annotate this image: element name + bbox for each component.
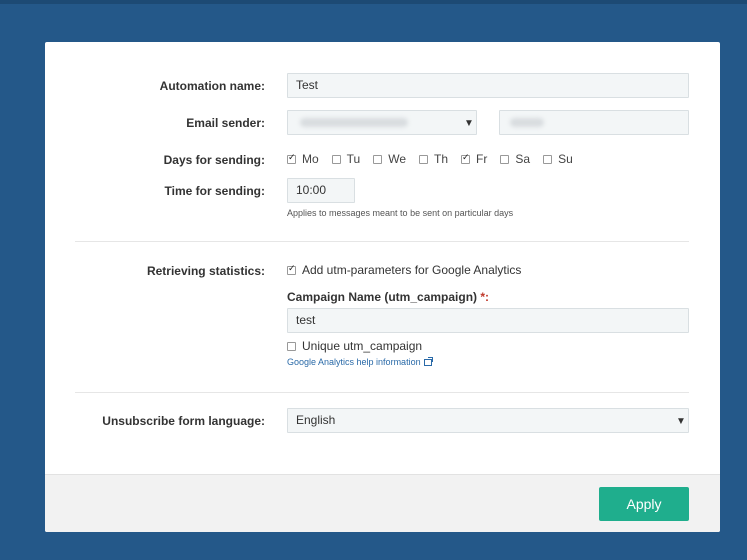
days-checkbox-group: Mo Tu We Th Fr Sa Su bbox=[287, 152, 586, 166]
apply-button[interactable]: Apply bbox=[599, 487, 689, 521]
day-we-label: We bbox=[388, 152, 407, 166]
unique-utm-row[interactable]: Unique utm_campaign bbox=[287, 339, 422, 353]
language-value: English bbox=[296, 413, 336, 427]
day-th[interactable]: Th bbox=[419, 152, 448, 166]
language-select[interactable]: English ▼ bbox=[287, 408, 689, 433]
day-su[interactable]: Su bbox=[543, 152, 573, 166]
day-tu[interactable]: Tu bbox=[331, 152, 361, 166]
time-input[interactable]: 10:00 bbox=[287, 178, 355, 203]
utm-checkbox-label: Add utm-parameters for Google Analytics bbox=[302, 263, 522, 277]
day-tu-checkbox[interactable] bbox=[331, 154, 341, 164]
day-th-checkbox[interactable] bbox=[419, 154, 429, 164]
day-sa[interactable]: Sa bbox=[500, 152, 530, 166]
redacted-sender-name bbox=[510, 118, 544, 127]
stats-label: Retrieving statistics: bbox=[146, 264, 265, 278]
day-tu-label: Tu bbox=[346, 152, 361, 166]
day-th-label: Th bbox=[434, 152, 449, 166]
top-bar bbox=[0, 0, 747, 4]
utm-checkbox-row[interactable]: Add utm-parameters for Google Analytics bbox=[287, 263, 521, 277]
campaign-name-text: Campaign Name (utm_campaign) bbox=[287, 290, 478, 304]
day-fr-label: Fr bbox=[476, 152, 488, 166]
time-label: Time for sending: bbox=[164, 184, 265, 198]
ga-help-link[interactable]: Google Analytics help information bbox=[287, 356, 433, 367]
redacted-sender-address bbox=[300, 118, 408, 127]
unique-utm-checkbox[interactable] bbox=[287, 341, 296, 351]
unique-utm-label: Unique utm_campaign bbox=[302, 339, 423, 353]
email-sender-label: Email sender: bbox=[186, 116, 265, 130]
day-sa-label: Sa bbox=[515, 152, 531, 166]
dialog-footer: Apply bbox=[45, 474, 720, 532]
ga-help-link-text[interactable]: Google Analytics help information bbox=[287, 357, 421, 367]
section-divider-2 bbox=[75, 392, 689, 393]
day-su-label: Su bbox=[558, 152, 573, 166]
external-link-icon bbox=[423, 356, 433, 366]
day-fr[interactable]: Fr bbox=[461, 152, 487, 166]
required-mark: *: bbox=[480, 290, 490, 304]
day-fr-checkbox[interactable] bbox=[461, 152, 471, 164]
day-sa-checkbox[interactable] bbox=[500, 154, 510, 164]
language-label: Unsubscribe form language: bbox=[102, 414, 265, 428]
chevron-down-icon: ▼ bbox=[464, 118, 474, 129]
sender-name-input[interactable] bbox=[499, 110, 689, 135]
day-we-checkbox[interactable] bbox=[373, 154, 383, 164]
utm-checkbox[interactable] bbox=[287, 263, 296, 275]
campaign-name-input[interactable]: test bbox=[287, 308, 689, 333]
days-label: Days for sending: bbox=[163, 153, 265, 167]
email-sender-select[interactable]: ▼ bbox=[287, 110, 477, 135]
day-mo-checkbox[interactable] bbox=[287, 152, 296, 164]
section-divider bbox=[75, 241, 689, 242]
day-mo-label: Mo bbox=[302, 152, 319, 166]
day-mo[interactable]: Mo bbox=[287, 152, 319, 166]
automation-name-label: Automation name: bbox=[159, 79, 265, 93]
chevron-down-icon: ▼ bbox=[676, 416, 686, 427]
day-we[interactable]: We bbox=[373, 152, 406, 166]
dialog-body: Automation name: Test Email sender: ▼ Da… bbox=[45, 42, 720, 474]
automation-name-input[interactable]: Test bbox=[287, 73, 689, 98]
time-hint: Applies to messages meant to be sent on … bbox=[287, 208, 514, 218]
day-su-checkbox[interactable] bbox=[543, 154, 553, 164]
automation-settings-dialog: Automation name: Test Email sender: ▼ Da… bbox=[45, 42, 720, 532]
campaign-name-label: Campaign Name (utm_campaign) *: bbox=[287, 290, 489, 304]
